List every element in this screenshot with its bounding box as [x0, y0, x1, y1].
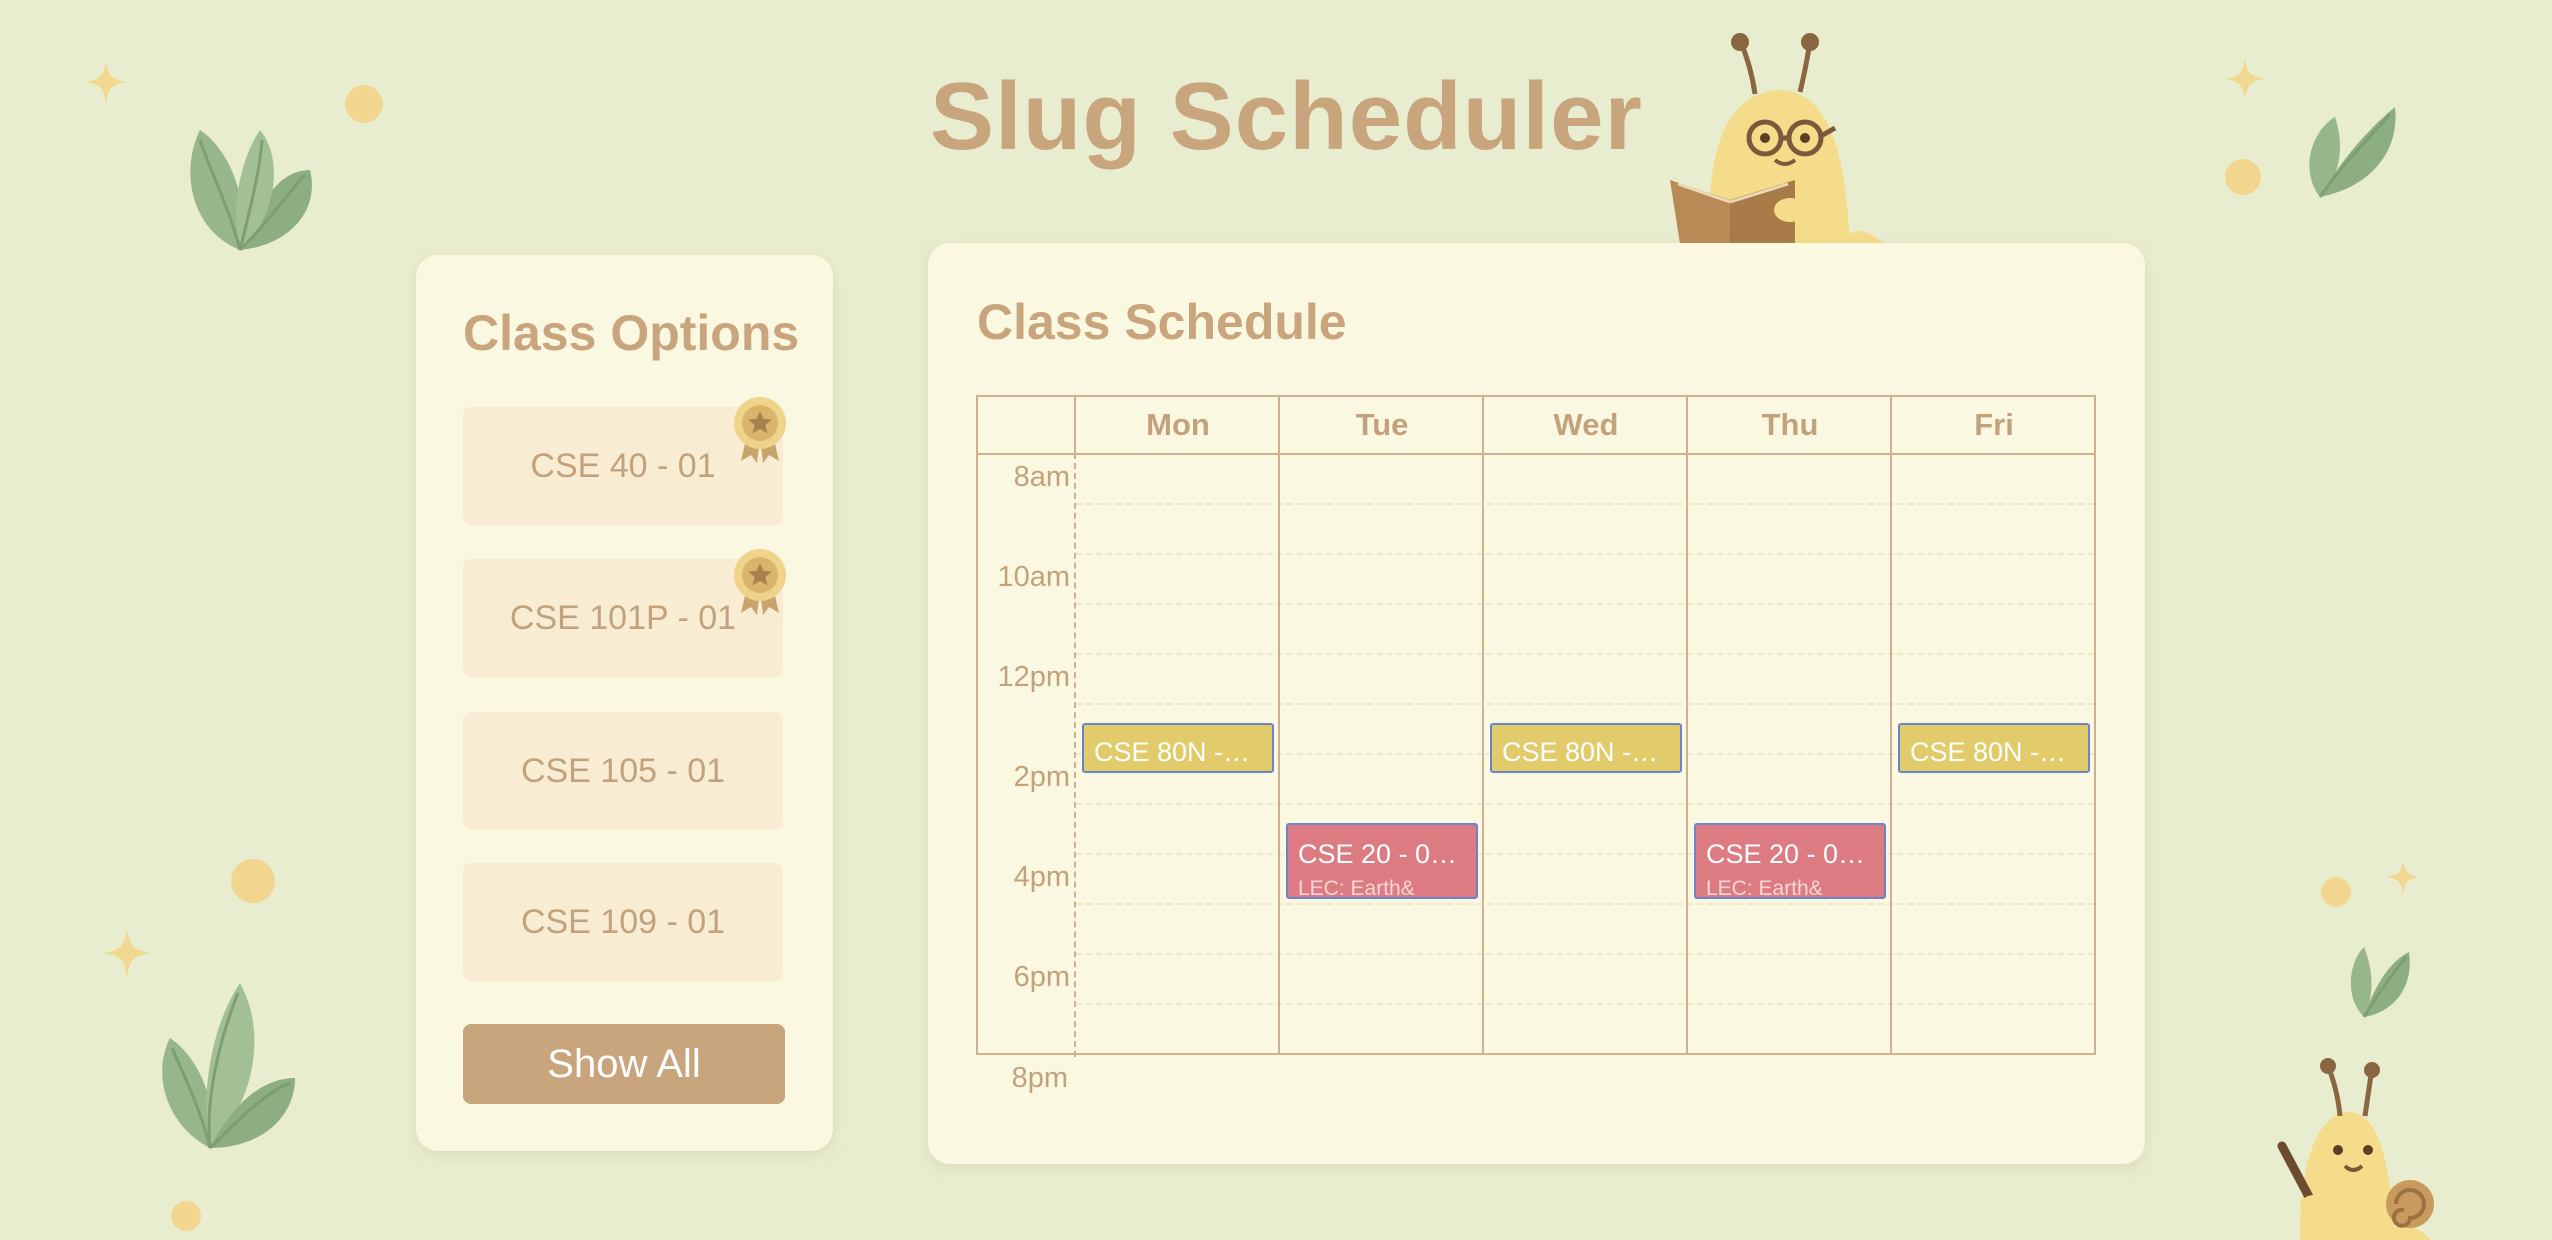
class-options-heading: Class Options [463, 305, 800, 361]
sparkle-icon [84, 60, 128, 104]
award-badge-icon [734, 397, 786, 463]
time-label: 6pm [1013, 961, 1070, 993]
grid-line [1076, 703, 2094, 705]
class-option-label: CSE 105 - 01 [520, 751, 726, 790]
course-block[interactable]: CSE 80N -… [1082, 723, 1274, 773]
leaf-icon [2350, 947, 2410, 1018]
course-block[interactable]: CSE 20 - 0… LEC: Earth& [1286, 823, 1478, 899]
dot-icon [231, 859, 275, 903]
sparkle-icon [102, 928, 152, 978]
award-badge-icon [734, 549, 786, 615]
day-header-fri: Fri [1974, 407, 2014, 442]
grid-line [1076, 953, 2094, 955]
schedule-grid: Mon Tue Wed Thu Fri 8am 10am 12pm 2pm 4p… [976, 395, 2096, 1057]
time-label: 8pm [1011, 1062, 1068, 1094]
class-option-label: CSE 101P - 01 [509, 598, 737, 637]
class-option-label: CSE 109 - 01 [520, 902, 726, 941]
grid-line [1686, 397, 1688, 1053]
time-label: 8am [1013, 461, 1070, 493]
class-option-card[interactable]: CSE 109 - 01 [463, 863, 783, 981]
dot-icon [345, 85, 383, 123]
grid-line [1076, 653, 2094, 655]
grid-line [1076, 603, 2094, 605]
grid-line [1482, 397, 1484, 1053]
class-option-card[interactable]: CSE 101P - 01 [463, 549, 786, 677]
day-header-tue: Tue [1355, 407, 1409, 442]
leaf-icon [162, 983, 295, 1150]
leaf-icon [190, 130, 312, 252]
grid-line [1074, 453, 1076, 1057]
course-title: CSE 80N -… [1094, 737, 1251, 767]
grid-line [1076, 853, 2094, 855]
sparkle-icon [2223, 57, 2267, 101]
course-title: CSE 80N -… [1502, 737, 1659, 767]
day-header-wed: Wed [1553, 407, 1619, 442]
app-title: Slug Scheduler [930, 63, 1643, 170]
grid-line [1890, 397, 1892, 1053]
course-location: LEC: Earth& [1298, 877, 1415, 899]
class-option-card[interactable]: CSE 105 - 01 [463, 712, 783, 830]
grid-line [978, 453, 2094, 455]
class-options-panel: Class Options CSE 40 - 01 CSE 101P - 01 … [416, 255, 833, 1151]
grid-line [1278, 397, 1280, 1053]
sparkle-icon [2385, 859, 2421, 895]
time-label: 4pm [1013, 861, 1070, 893]
day-header-mon: Mon [1146, 407, 1210, 442]
course-block[interactable]: CSE 80N -… [1898, 723, 2090, 773]
course-block[interactable]: CSE 20 - 0… LEC: Earth& [1694, 823, 1886, 899]
course-title: CSE 80N -… [1910, 737, 2067, 767]
class-option-card[interactable]: CSE 40 - 01 [463, 397, 786, 525]
show-all-button[interactable]: Show All [463, 1024, 785, 1104]
course-title: CSE 20 - 0… [1706, 839, 1866, 869]
grid-line [1076, 903, 2094, 905]
grid-line [1076, 553, 2094, 555]
class-schedule-heading: Class Schedule [977, 294, 1347, 350]
course-location: LEC: Earth& [1706, 877, 1823, 899]
dot-icon [2321, 877, 2351, 907]
grid-line [1076, 503, 2094, 505]
class-option-label: CSE 40 - 01 [530, 446, 716, 485]
grid-line [1076, 803, 2094, 805]
course-block[interactable]: CSE 80N -… [1490, 723, 1682, 773]
dot-icon [2225, 159, 2261, 195]
time-label: 2pm [1013, 761, 1070, 793]
course-title: CSE 20 - 0… [1298, 839, 1458, 869]
slug-reading-illustration [1670, 33, 1885, 244]
leaf-icon [2309, 107, 2396, 198]
time-label: 12pm [997, 661, 1070, 693]
grid-line [1076, 1003, 2094, 1005]
day-header-thu: Thu [1761, 407, 1819, 442]
dot-icon [171, 1201, 201, 1231]
time-label: 10am [997, 561, 1070, 593]
class-schedule-panel: Class Schedule Mon Tue Wed Thu Fri 8am 1… [928, 243, 2145, 1164]
slug-writing-illustration [2277, 1058, 2434, 1240]
